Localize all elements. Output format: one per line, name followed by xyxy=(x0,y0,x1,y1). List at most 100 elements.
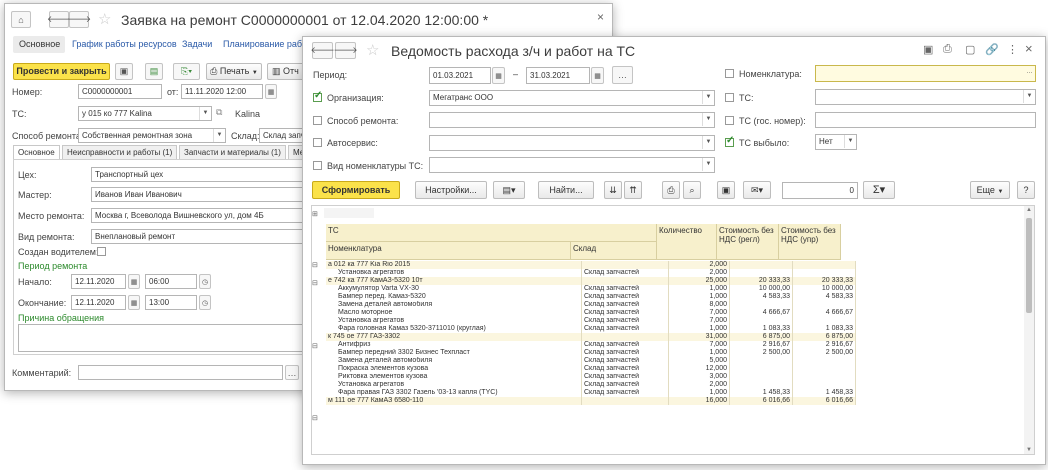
period-select-button[interactable]: … xyxy=(612,66,633,84)
chevron-down-icon[interactable]: ▼ xyxy=(844,135,856,148)
save-button[interactable]: ▣ xyxy=(115,63,133,80)
subtab-faults-works[interactable]: Неисправности и работы (1) xyxy=(62,145,178,159)
start-date-field[interactable]: 12.11.2020 xyxy=(71,274,126,289)
date-from-field[interactable]: 01.03.2021 xyxy=(429,67,491,84)
table-row[interactable]: Бампер перед. Камаз-5320 Склад запчастей 1… xyxy=(326,293,856,301)
ts-gos-checkbox[interactable] xyxy=(725,116,734,125)
collapse-groups-button[interactable]: ⇈ xyxy=(624,181,642,199)
table-row[interactable]: Бампер передний 3302 Бизнес Техпласт Скла… xyxy=(326,349,856,357)
close-icon[interactable]: × xyxy=(597,10,604,24)
vehicle-group-row[interactable]: е 742 ка 777 КамАЗ-5320 10т 25,000 20 333,… xyxy=(326,277,856,285)
ts-checkbox[interactable] xyxy=(725,93,734,102)
ts-field[interactable]: у 015 ко 777 Kalina ▼ xyxy=(78,106,212,121)
forward-button[interactable]: 🡒 xyxy=(333,42,358,59)
more-actions-icon[interactable]: ⋮ xyxy=(1007,43,1018,56)
table-row[interactable]: Замена деталей автомобиля Склад запчастей… xyxy=(326,301,856,309)
generate-button[interactable]: Сформировать xyxy=(312,181,400,199)
chevron-down-icon[interactable]: ▼ xyxy=(1023,90,1035,103)
favorite-star-icon[interactable]: ☆ xyxy=(98,10,111,28)
nomenclature-checkbox[interactable] xyxy=(725,69,734,78)
shop-field[interactable]: Транспортный цех xyxy=(91,167,313,182)
calendar-button[interactable]: ▦ xyxy=(265,84,277,99)
create-based-on-button[interactable]: ⎘▾ xyxy=(173,63,200,80)
end-time-button[interactable]: ◷ xyxy=(199,295,211,310)
table-row[interactable]: Фара правая ГАЗ 3302 Газель '03-13 капля… xyxy=(326,389,856,397)
forward-button[interactable]: 🡒 xyxy=(67,11,91,28)
vehicle-group-row[interactable]: а 012 ка 777 Kia Rio 2015 2,000 xyxy=(326,261,856,269)
print-button[interactable]: ⎙ xyxy=(662,181,680,199)
comment-field[interactable] xyxy=(78,365,283,380)
ts-gos-field[interactable] xyxy=(815,112,1036,128)
tab-resource-schedule[interactable]: График работы ресурсов xyxy=(72,39,177,49)
nomenclature-type-checkbox[interactable] xyxy=(313,161,322,170)
settings-button[interactable]: Настройки... xyxy=(415,181,487,199)
link-icon[interactable]: 🔗 xyxy=(985,43,999,56)
group-collapse-icon[interactable]: ⊟ xyxy=(312,261,322,269)
repair-kind-field[interactable]: Внеплановый ремонт xyxy=(91,229,313,244)
post-button[interactable]: ▤ xyxy=(145,63,163,80)
organization-field[interactable]: Мегатранс ООО ▼ xyxy=(429,90,715,106)
tab-work-planning[interactable]: Планирование работ xyxy=(223,39,311,49)
scroll-down-icon[interactable]: ▼ xyxy=(1026,447,1032,453)
close-icon[interactable]: × xyxy=(1025,41,1033,56)
ts-out-field[interactable]: Нет ▼ xyxy=(815,134,857,150)
level-expand-icon[interactable]: ⊞ xyxy=(312,210,322,218)
print-button[interactable]: ⎙ Печать ▼ xyxy=(206,63,262,80)
group-collapse-icon[interactable]: ⊟ xyxy=(312,342,322,350)
nomenclature-field[interactable]: … xyxy=(815,65,1036,82)
start-time-button[interactable]: ◷ xyxy=(199,274,211,289)
group-collapse-icon[interactable]: ⊟ xyxy=(312,414,322,422)
chevron-down-icon[interactable]: ▼ xyxy=(702,91,714,104)
variants-button[interactable]: ▤▾ xyxy=(493,181,525,199)
table-row[interactable]: Установка агрегатов Склад запчастей 2,000 xyxy=(326,381,856,389)
date-from-calendar[interactable]: ▦ xyxy=(492,67,505,84)
end-time-field[interactable]: 13:00 xyxy=(145,295,197,310)
comment-expand-button[interactable]: … xyxy=(285,365,299,380)
chevron-down-icon[interactable]: ▼ xyxy=(213,129,225,142)
home-button[interactable]: ⌂ xyxy=(11,11,31,28)
created-by-driver-checkbox[interactable] xyxy=(97,247,106,256)
chevron-down-icon[interactable]: ▼ xyxy=(702,113,714,126)
post-and-close-button[interactable]: Провести и закрыть xyxy=(13,63,110,80)
table-row[interactable]: Замена деталей автомобиля Склад запчастей… xyxy=(326,357,856,365)
scroll-thumb[interactable] xyxy=(1026,218,1032,313)
scroll-up-icon[interactable]: ▲ xyxy=(1026,207,1032,213)
date-to-calendar[interactable]: ▦ xyxy=(591,67,604,84)
sum-function-button[interactable]: Σ▾ xyxy=(863,181,895,199)
organization-checkbox[interactable] xyxy=(313,90,322,102)
date-to-field[interactable]: 31.03.2021 xyxy=(526,67,590,84)
repair-method-field[interactable]: Собственная ремонтная зона ▼ xyxy=(78,128,226,143)
expand-groups-button[interactable]: ⇊ xyxy=(604,181,622,199)
table-row[interactable]: Аккумулятор Varta VX-30 Склад запчастей 1,… xyxy=(326,285,856,293)
start-time-field[interactable]: 06:00 xyxy=(145,274,197,289)
ellipsis-icon[interactable]: … xyxy=(1024,66,1035,79)
tab-tasks[interactable]: Задачи xyxy=(182,39,212,49)
repair-method-field[interactable]: ▼ xyxy=(429,112,715,128)
vertical-scrollbar[interactable]: ▲ ▼ xyxy=(1024,206,1034,454)
vehicle-group-row[interactable]: м 111 ое 777 КамАЗ 6580-110 16,000 6 016,6… xyxy=(326,397,856,405)
back-button[interactable]: 🡐 xyxy=(310,42,335,59)
end-date-field[interactable]: 12.11.2020 xyxy=(71,295,126,310)
print-icon[interactable]: ⎙ xyxy=(943,43,952,56)
table-row[interactable]: Установка агрегатов Склад запчастей 7,000 xyxy=(326,317,856,325)
start-calendar-button[interactable]: ▦ xyxy=(128,274,140,289)
save-report-button[interactable]: ▣ xyxy=(717,181,735,199)
subtab-main[interactable]: Основное xyxy=(13,145,60,159)
table-row[interactable]: Покраска элементов кузова Склад запчастей… xyxy=(326,365,856,373)
repair-place-field[interactable]: Москва г, Всеволода Вишневского ул, дом … xyxy=(91,208,313,223)
ts-out-checkbox[interactable] xyxy=(725,135,734,147)
favorite-star-icon[interactable]: ☆ xyxy=(366,41,379,59)
subtab-parts-materials[interactable]: Запчасти и материалы (1) xyxy=(179,145,286,159)
save-icon[interactable]: ▣ xyxy=(923,43,933,56)
reason-textarea[interactable] xyxy=(18,324,313,352)
table-row[interactable]: Риктовка элементов кузова Склад запчастей… xyxy=(326,373,856,381)
send-email-button[interactable]: ✉▾ xyxy=(743,181,771,199)
table-row[interactable]: Установка агрегатов Склад запчастей 2,000 xyxy=(326,269,856,277)
open-ts-icon[interactable]: ⧉ xyxy=(216,107,222,118)
date-field[interactable]: 11.11.2020 12:00 xyxy=(181,84,263,99)
table-row[interactable]: Масло моторное Склад запчастей 7,000 4 666,… xyxy=(326,309,856,317)
nomenclature-type-field[interactable]: ▼ xyxy=(429,157,715,173)
ts-field[interactable]: ▼ xyxy=(815,89,1036,105)
preview-icon[interactable]: ▢ xyxy=(965,43,975,56)
table-row[interactable]: Антифриз Склад запчастей 7,000 2 916,67 2 91… xyxy=(326,341,856,349)
